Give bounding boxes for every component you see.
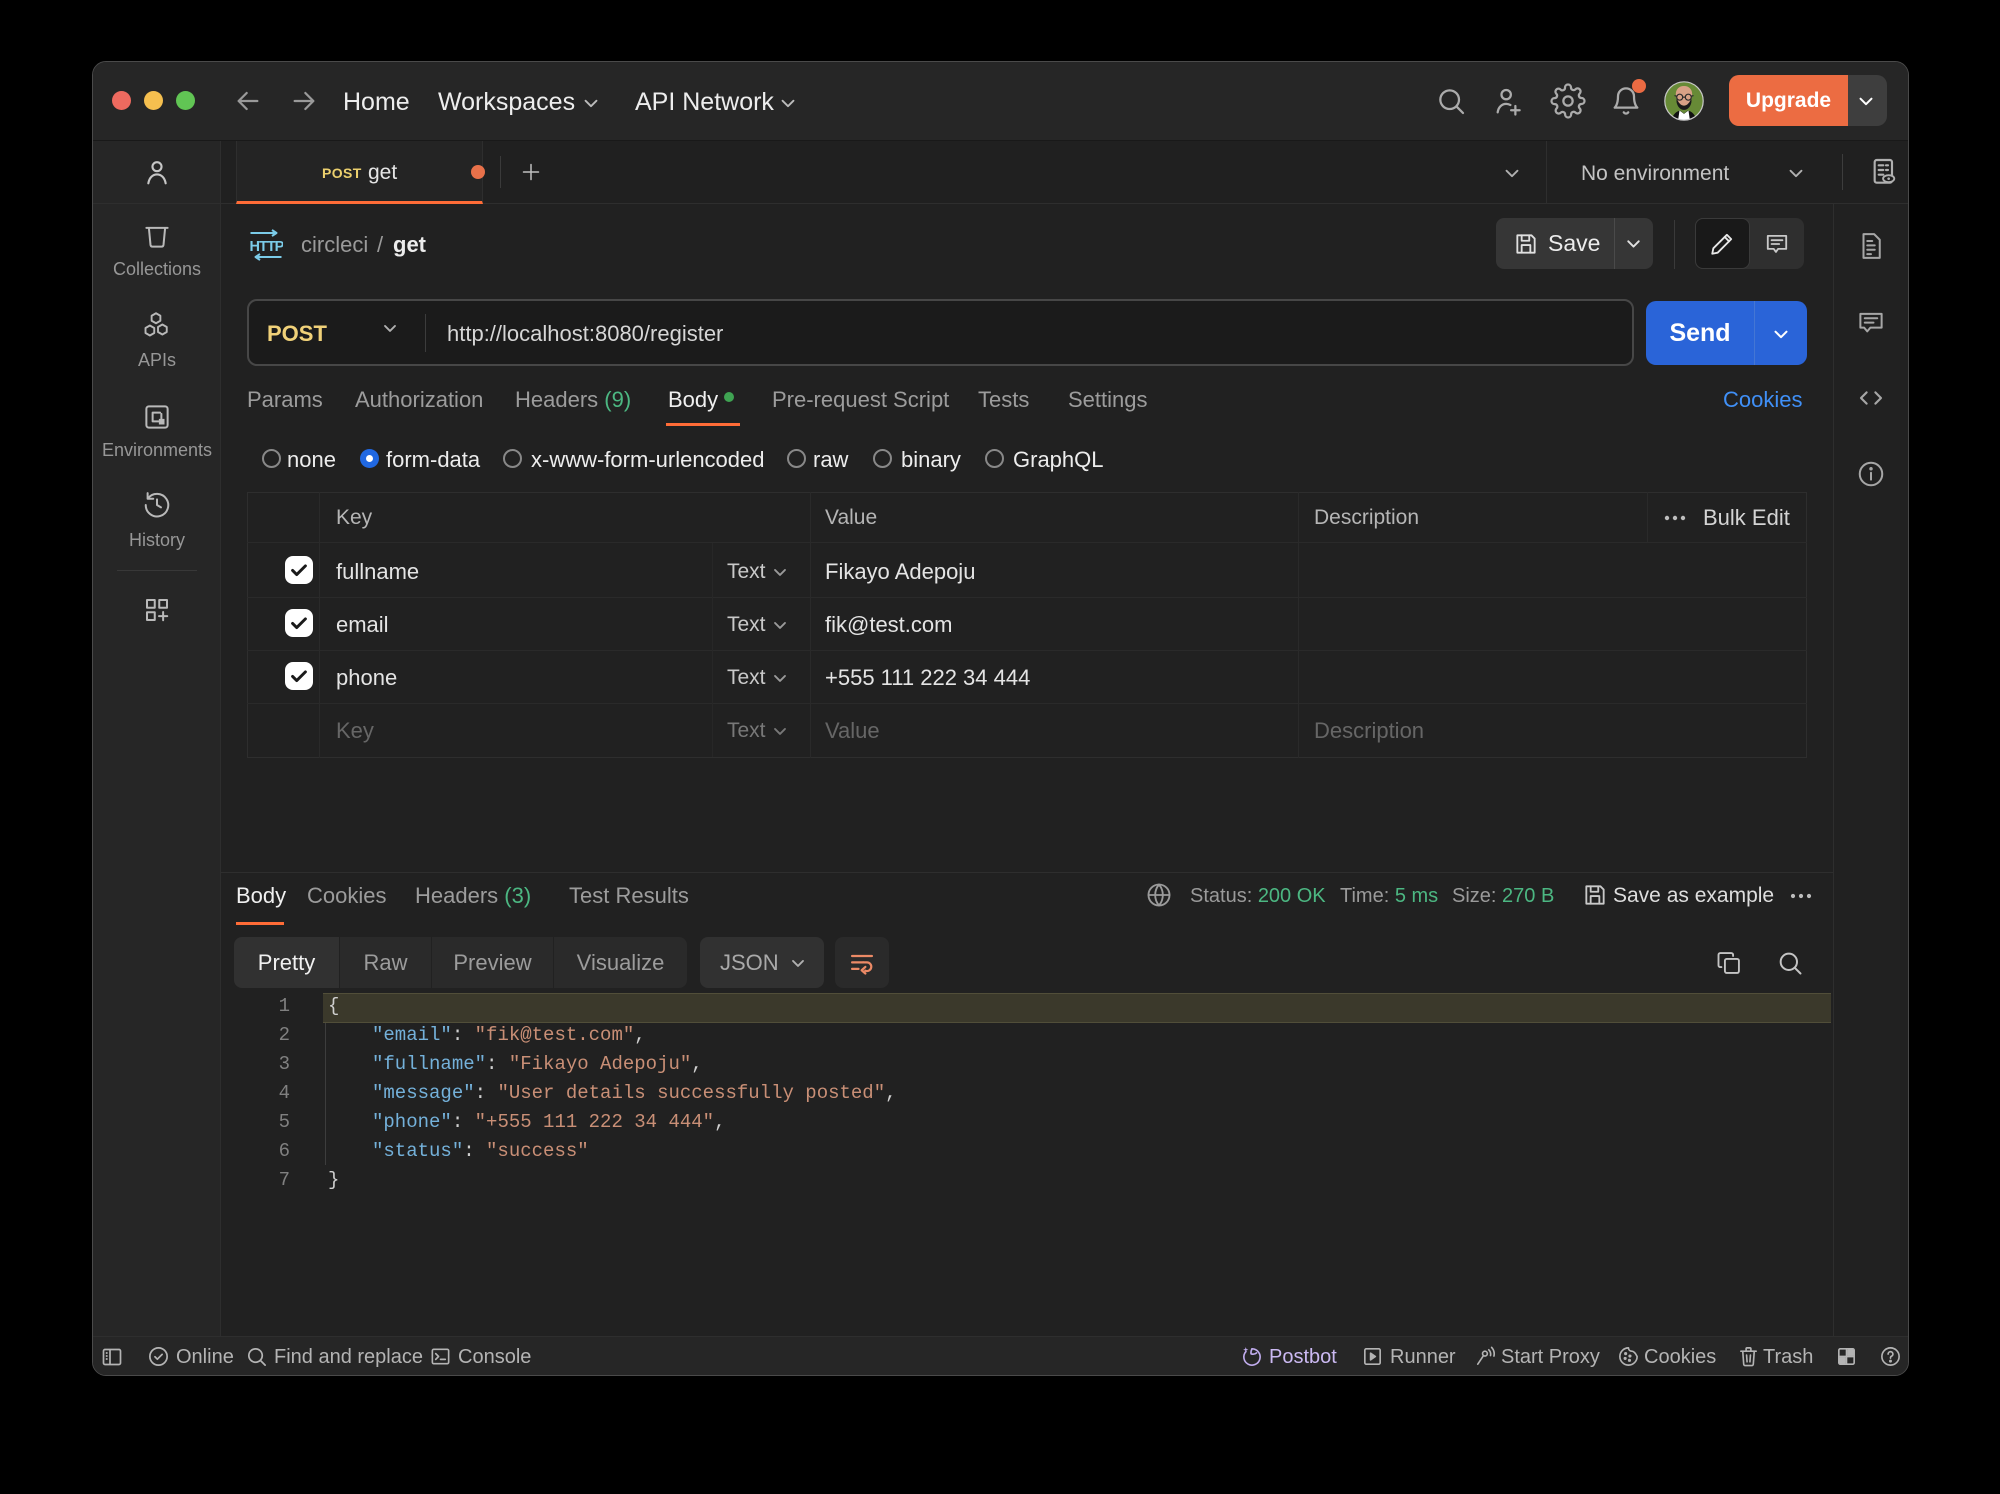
svg-text:HTTP: HTTP (250, 239, 284, 255)
